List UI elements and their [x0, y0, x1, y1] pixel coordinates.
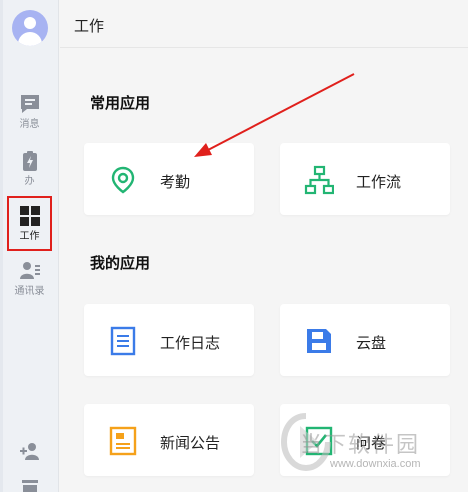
location-pin-icon: [108, 165, 138, 195]
page-title: 工作: [74, 18, 105, 35]
sidebar-item-contacts[interactable]: 通讯录: [0, 260, 59, 298]
sidebar-item-label: 通讯录: [14, 286, 45, 297]
workflow-icon: [304, 165, 335, 195]
cloud-disk-icon: [304, 326, 334, 356]
section-title-common-apps: 常用应用: [90, 95, 151, 112]
highlight-box: [7, 196, 52, 251]
app-card-label: 工作流: [356, 174, 402, 191]
avatar-body-shape: [18, 32, 42, 46]
watermark-text: 当下软件园: [300, 433, 421, 458]
app-card-label: 云盘: [356, 335, 387, 352]
app-card-workflow[interactable]: 工作流: [280, 143, 450, 215]
app-card-cloud-disk[interactable]: 云盘: [280, 304, 450, 376]
app-card-work-log[interactable]: 工作日志: [84, 304, 254, 376]
avatar[interactable]: [12, 10, 48, 46]
section-title-my-apps: 我的应用: [90, 255, 151, 272]
sidebar-edge: [0, 0, 3, 492]
app-card-label: 工作日志: [160, 335, 221, 352]
watermark-url: www.downxia.com: [330, 458, 421, 470]
message-icon: [19, 93, 41, 115]
app-card-label: 考勤: [160, 174, 191, 191]
app-card-label: 新闻公告: [160, 435, 221, 452]
tray-icon: [19, 478, 41, 492]
avatar-head-shape: [24, 17, 36, 29]
sidebar-item-messages[interactable]: 消息: [0, 93, 59, 131]
document-icon: [108, 326, 138, 356]
sidebar-item-label: 消息: [19, 119, 40, 130]
app-card-news[interactable]: 新闻公告: [84, 404, 254, 476]
header: 工作: [60, 0, 468, 48]
add-contact-icon: [19, 440, 41, 462]
app-card-attendance[interactable]: 考勤: [84, 143, 254, 215]
sidebar: 消息 办 工作 通讯录: [0, 0, 59, 492]
task-icon: [19, 150, 41, 172]
sidebar-item-tasks[interactable]: 办: [0, 150, 59, 188]
sidebar-item-label: 办: [24, 176, 35, 187]
contacts-icon: [19, 260, 41, 282]
sidebar-item-add-contact[interactable]: [0, 440, 59, 462]
sidebar-item-tray[interactable]: [0, 478, 59, 492]
announcement-icon: [108, 426, 138, 456]
